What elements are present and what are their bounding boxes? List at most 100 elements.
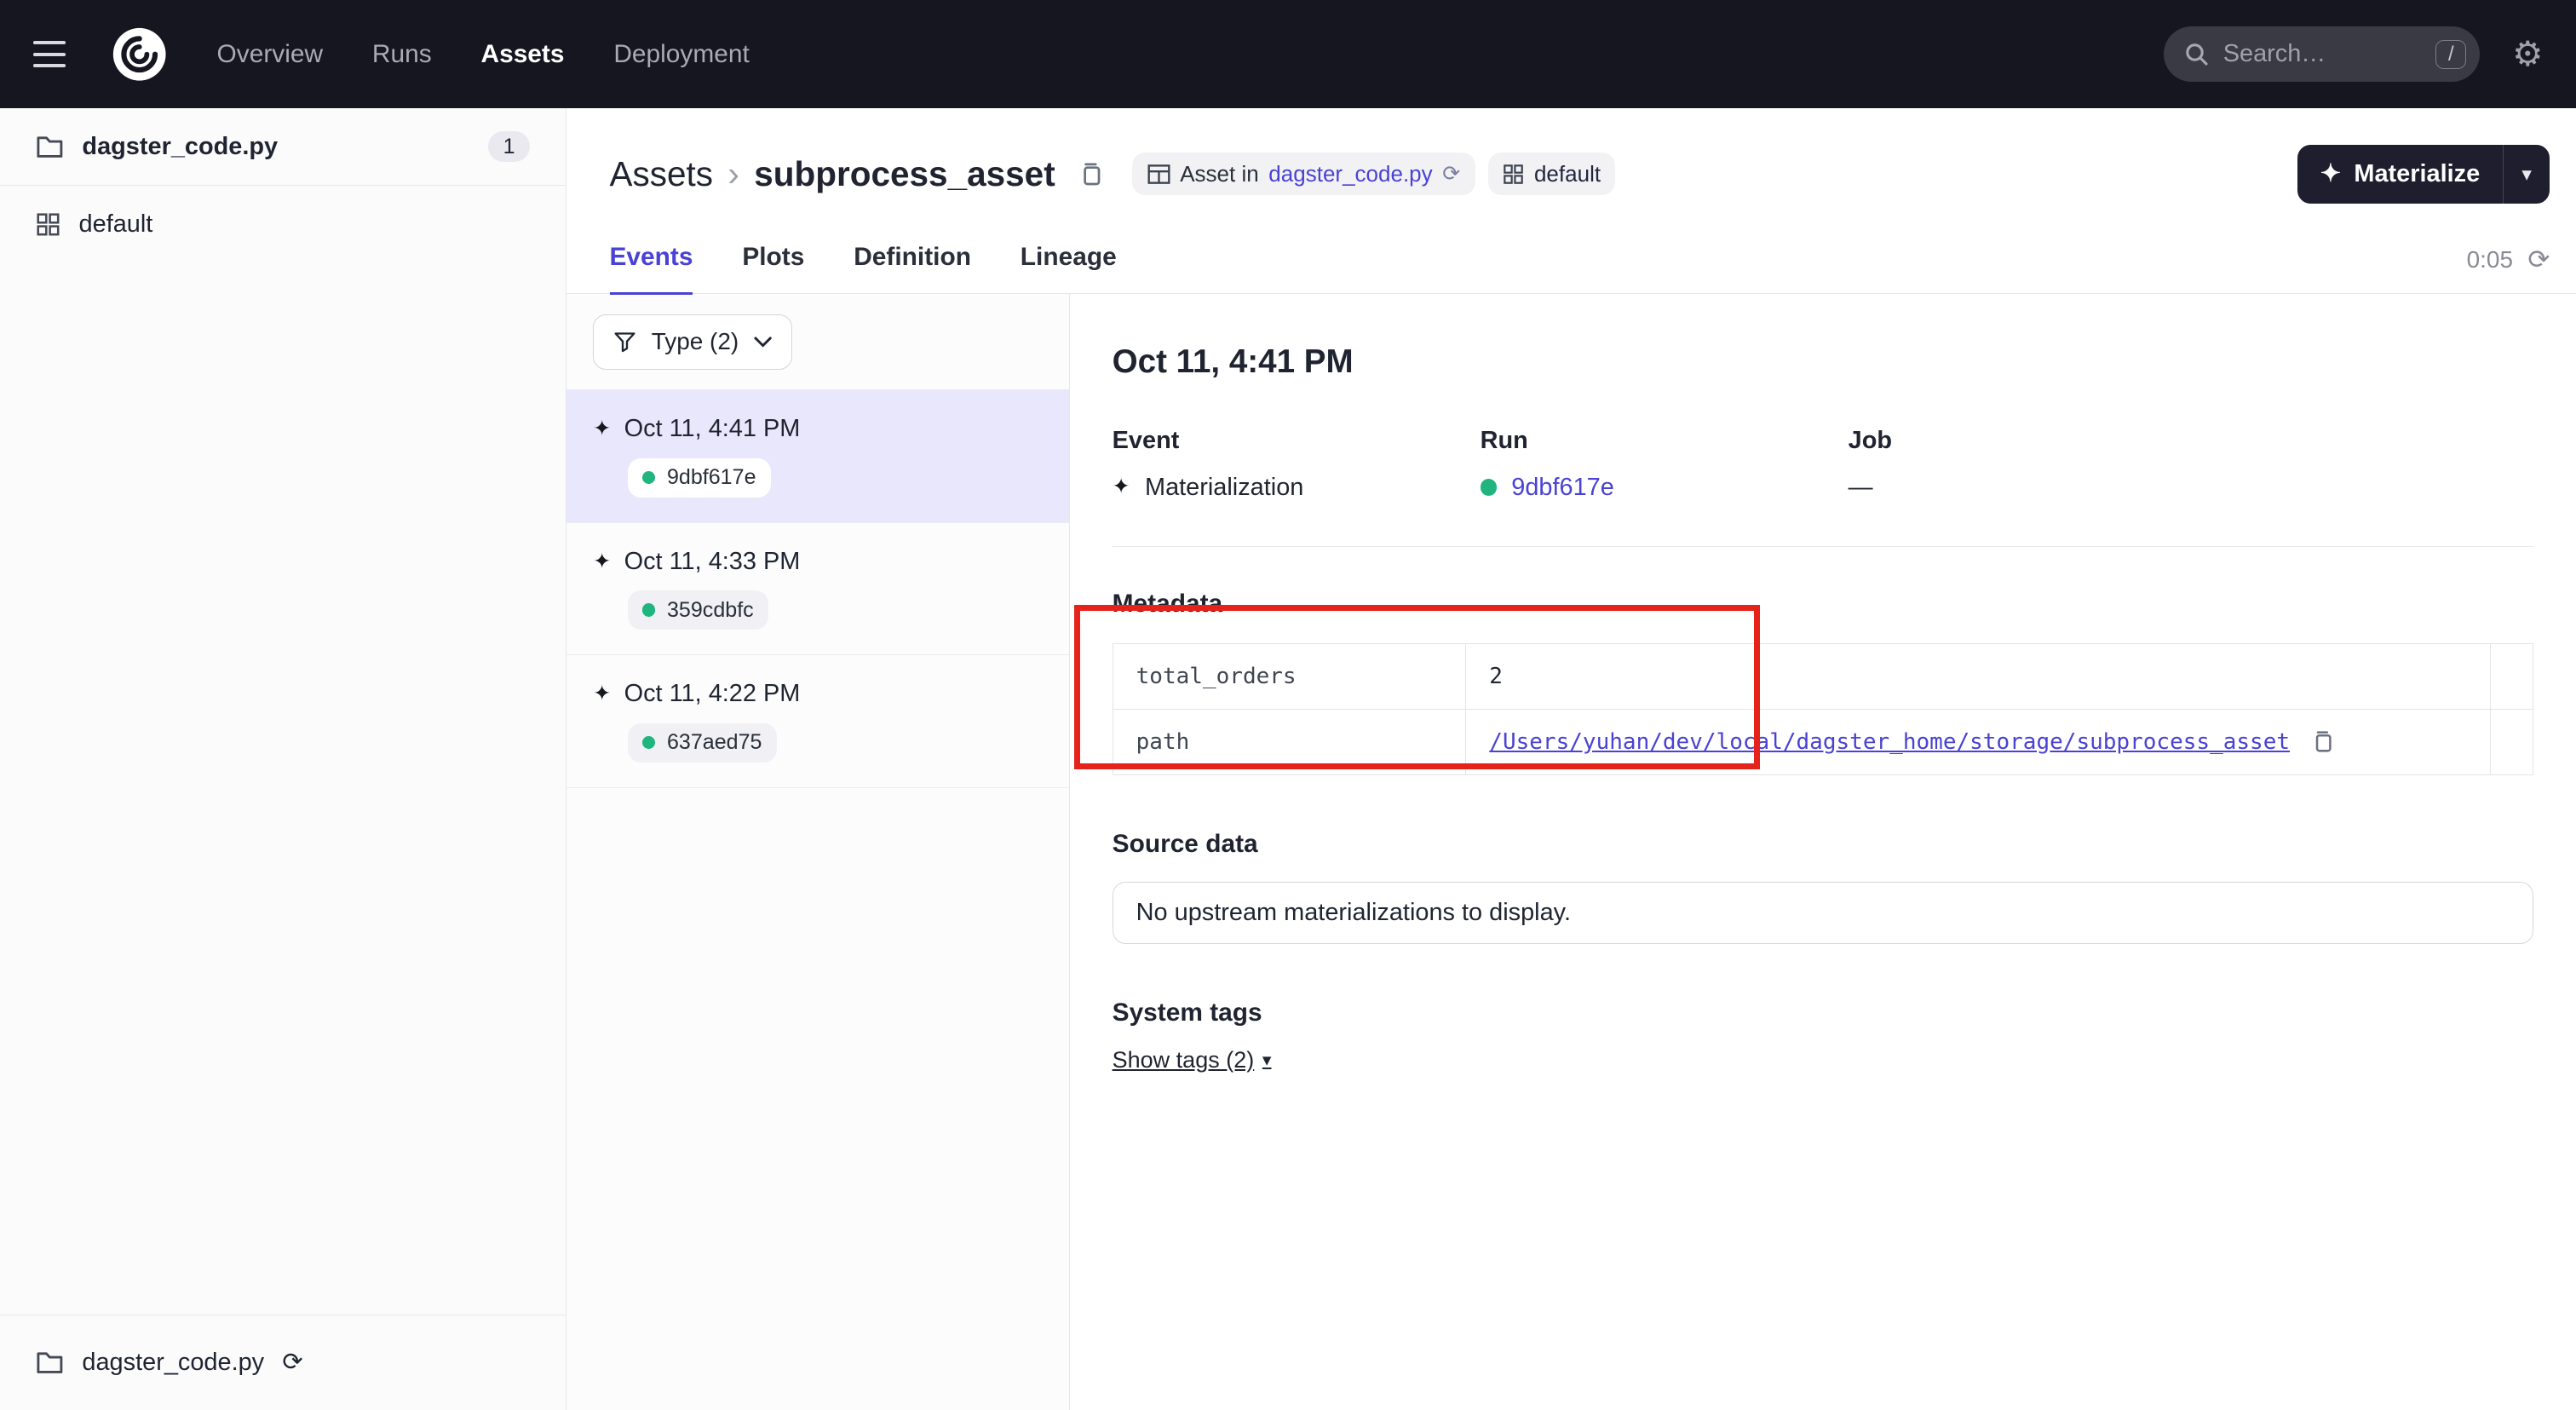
run-id-chip[interactable]: 637aed75 [628, 723, 777, 763]
sidebar-item-group-default[interactable]: default [0, 186, 566, 263]
breadcrumb-assets-link[interactable]: Assets [610, 154, 714, 194]
sidebar-code-location-label: dagster_code.py [82, 133, 278, 161]
run-id-link[interactable]: 9dbf617e [1511, 474, 1614, 502]
event-timestamp: ✦ Oct 11, 4:33 PM [593, 548, 1042, 576]
materialization-icon: ✦ [1113, 476, 1130, 498]
run-id-label: 9dbf617e [667, 465, 756, 490]
metadata-value: /Users/yuhan/dev/local/dagster_home/stor… [1466, 709, 2490, 774]
group-chip-label: default [1534, 161, 1601, 187]
run-id-label: 359cdbfc [667, 598, 754, 623]
asset-header: Assets › subprocess_asset Asset in dagst… [566, 108, 2576, 223]
run-status-dot [1481, 479, 1497, 495]
event-timestamp-label: Oct 11, 4:41 PM [624, 415, 801, 443]
type-filter-label: Type (2) [652, 328, 739, 355]
summary-job: Job — [1849, 427, 2217, 501]
run-status-dot [642, 603, 655, 616]
refresh-timer: 0:05 ⟳ [2467, 246, 2550, 293]
event-list-item[interactable]: ✦ Oct 11, 4:41 PM 9dbf617e [566, 390, 1068, 522]
asset-in-code-location-link[interactable]: dagster_code.py [1268, 161, 1432, 187]
copy-asset-name-icon[interactable] [1077, 161, 1103, 187]
event-detail-panel: Oct 11, 4:41 PM Event ✦ Materialization … [1070, 294, 2576, 1409]
search-shortcut-badge: / [2435, 40, 2466, 69]
summary-event: Event ✦ Materialization [1113, 427, 1481, 501]
reload-definitions-icon[interactable]: ⟳ [1442, 164, 1460, 185]
source-data-title: Source data [1113, 830, 2533, 859]
caret-down-icon: ▾ [2521, 163, 2532, 186]
metadata-actions-cell [2490, 709, 2533, 774]
reload-location-icon[interactable]: ⟳ [282, 1350, 302, 1375]
materialize-split-button: ✦ Materialize ▾ [2297, 145, 2550, 204]
sidebar-footer-label: dagster_code.py [82, 1349, 264, 1377]
search-input[interactable] [2223, 40, 2388, 68]
summary-run: Run 9dbf617e [1481, 427, 1849, 501]
breadcrumb: Assets › subprocess_asset [610, 154, 1103, 194]
sidebar-count-badge: 1 [488, 131, 530, 163]
asset-in-chip[interactable]: Asset in dagster_code.py ⟳ [1132, 153, 1475, 195]
materialize-button[interactable]: ✦ Materialize [2297, 145, 2503, 204]
filter-funnel-icon [613, 331, 636, 353]
materialize-dropdown-button[interactable]: ▾ [2503, 145, 2550, 204]
event-detail-title: Oct 11, 4:41 PM [1113, 343, 2533, 381]
filter-bar: Type (2) [566, 294, 1068, 390]
hamburger-menu-icon[interactable] [33, 26, 89, 83]
event-list-item[interactable]: ✦ Oct 11, 4:22 PM 637aed75 [566, 655, 1068, 787]
nav-overview[interactable]: Overview [217, 40, 324, 69]
events-list-panel: Type (2) ✦ Oct 11, 4:41 PM [566, 294, 1069, 1409]
asset-tags: Asset in dagster_code.py ⟳ default [1132, 153, 1615, 195]
table-icon [1147, 164, 1170, 185]
event-label: Event [1113, 427, 1481, 455]
tab-plots[interactable]: Plots [742, 223, 804, 293]
table-row: total_orders 2 [1113, 643, 2533, 709]
event-run: 9dbf617e [628, 458, 1043, 498]
metadata-table: total_orders 2 path /Users/yuhan/dev/loc… [1113, 643, 2533, 775]
event-timestamp: ✦ Oct 11, 4:22 PM [593, 680, 1042, 708]
search-icon [2183, 41, 2210, 67]
tab-events[interactable]: Events [610, 223, 693, 293]
type-filter-button[interactable]: Type (2) [593, 314, 792, 371]
primary-nav: Overview Runs Assets Deployment [217, 40, 750, 69]
divider [1113, 546, 2533, 547]
nav-runs[interactable]: Runs [372, 40, 432, 69]
layout: dagster_code.py 1 default dagster_code.p… [0, 108, 2576, 1409]
sidebar-group-label: default [79, 210, 153, 239]
run-status-dot [642, 471, 655, 484]
run-id-chip[interactable]: 359cdbfc [628, 590, 768, 630]
main-panel: Assets › subprocess_asset Asset in dagst… [566, 108, 2576, 1409]
materialize-label: Materialize [2354, 160, 2480, 188]
search-box[interactable]: / [2164, 26, 2479, 83]
tab-lineage[interactable]: Lineage [1021, 223, 1117, 293]
event-timestamp-label: Oct 11, 4:33 PM [624, 548, 801, 576]
system-tags-title: System tags [1113, 999, 2533, 1027]
metadata-actions-cell [2490, 643, 2533, 709]
system-tags-section: System tags Show tags (2) ▾ [1113, 999, 2533, 1074]
sidebar: dagster_code.py 1 default dagster_code.p… [0, 108, 566, 1409]
folder-icon [36, 135, 64, 159]
refresh-icon[interactable]: ⟳ [2527, 247, 2550, 273]
nav-deployment[interactable]: Deployment [613, 40, 749, 69]
grid-icon [1503, 164, 1524, 185]
materialization-icon: ✦ [593, 683, 611, 705]
events-content: Type (2) ✦ Oct 11, 4:41 PM [566, 294, 2576, 1409]
topbar: Overview Runs Assets Deployment / ⚙ [0, 0, 2576, 108]
sidebar-item-code-location[interactable]: dagster_code.py 1 [0, 108, 566, 186]
source-data-section: Source data No upstream materializations… [1113, 830, 2533, 945]
materialize-sparkle-icon: ✦ [2320, 162, 2341, 187]
run-id-chip[interactable]: 9dbf617e [628, 458, 771, 498]
nav-assets[interactable]: Assets [481, 40, 565, 69]
asset-in-prefix: Asset in [1180, 161, 1259, 187]
tab-definition[interactable]: Definition [854, 223, 971, 293]
metadata-section-title: Metadata [1113, 590, 2533, 619]
run-id-label: 637aed75 [667, 730, 762, 755]
gear-icon[interactable]: ⚙ [2512, 37, 2543, 72]
materialization-icon: ✦ [593, 418, 611, 440]
dagster-app: Overview Runs Assets Deployment / ⚙ dag [0, 0, 2576, 1410]
group-chip-default[interactable]: default [1488, 153, 1615, 195]
event-list-item[interactable]: ✦ Oct 11, 4:33 PM 359cdbfc [566, 523, 1068, 655]
copy-path-icon[interactable] [2309, 729, 2334, 754]
dagster-logo-icon[interactable] [108, 23, 170, 85]
breadcrumb-separator-icon: › [727, 154, 739, 194]
path-link[interactable]: /Users/yuhan/dev/local/dagster_home/stor… [1489, 729, 2290, 755]
show-tags-link[interactable]: Show tags (2) ▾ [1113, 1047, 1272, 1073]
metadata-value: 2 [1466, 643, 2490, 709]
materialization-icon: ✦ [593, 551, 611, 573]
